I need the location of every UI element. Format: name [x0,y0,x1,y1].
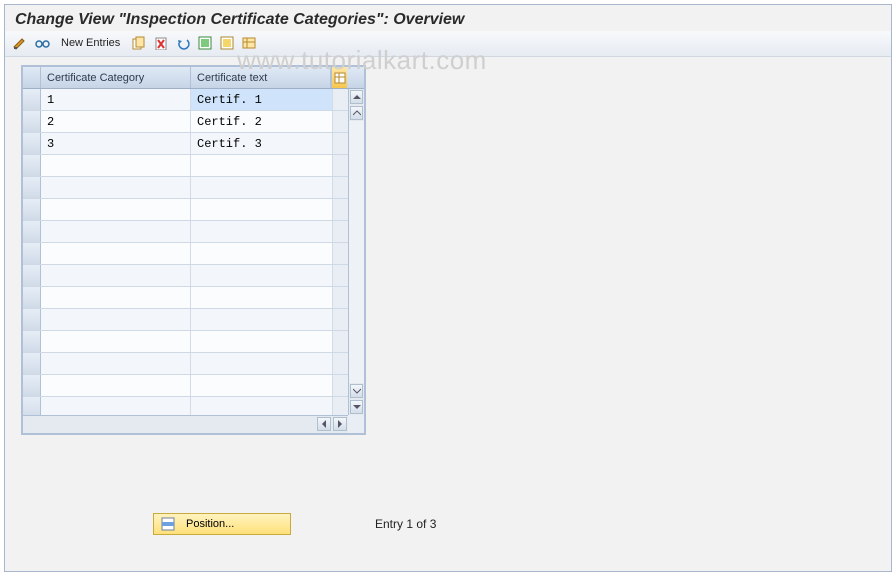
row-selector[interactable] [23,221,41,242]
table-row: 3 Certif. 3 [23,133,348,155]
table-settings-icon[interactable] [331,67,347,88]
position-label: Position... [186,518,234,530]
table-body: 1 Certif. 1 2 Certif. 2 3 Certif. 3 [23,89,348,415]
row-selector[interactable] [23,375,41,396]
cell-empty[interactable] [191,353,333,374]
cell-empty[interactable] [191,177,333,198]
copy-icon[interactable] [130,34,148,52]
delete-icon[interactable] [152,34,170,52]
cell-empty[interactable] [41,177,191,198]
table-row [23,331,348,353]
cell-empty[interactable] [41,331,191,352]
row-selector[interactable] [23,111,41,132]
cell-empty[interactable] [41,199,191,220]
cell-empty[interactable] [191,265,333,286]
scroll-track[interactable] [349,121,364,383]
cell-empty[interactable] [191,331,333,352]
cell-empty[interactable] [191,243,333,264]
cell-empty[interactable] [41,309,191,330]
app-toolbar: New Entries [5,31,891,57]
scroll-up-icon[interactable] [350,106,363,120]
row-selector[interactable] [23,199,41,220]
row-selector[interactable] [23,89,41,110]
row-selector[interactable] [23,265,41,286]
cell-empty[interactable] [191,155,333,176]
cell-empty[interactable] [191,397,333,415]
cell-text[interactable]: Certif. 2 [191,111,333,132]
cell-empty[interactable] [41,155,191,176]
app-window: Change View "Inspection Certificate Cate… [4,4,892,572]
table-row [23,375,348,397]
content-area: Certificate Category Certificate text 1 … [5,57,891,73]
table-row [23,155,348,177]
scroll-left-icon[interactable] [317,417,331,431]
config-icon[interactable] [240,34,258,52]
scroll-down-icon[interactable] [350,384,363,398]
row-selector[interactable] [23,243,41,264]
scroll-last-icon[interactable] [350,400,363,414]
cell-empty[interactable] [41,353,191,374]
new-entries-button[interactable]: New Entries [55,37,126,49]
cell-empty[interactable] [41,265,191,286]
table-row: 1 Certif. 1 [23,89,348,111]
table-row [23,265,348,287]
cell-empty[interactable] [191,375,333,396]
cell-text[interactable]: Certif. 1 [191,89,333,110]
table-row [23,221,348,243]
row-selector[interactable] [23,331,41,352]
row-selector[interactable] [23,155,41,176]
cell-empty[interactable] [41,397,191,415]
table-row [23,243,348,265]
undo-icon[interactable] [174,34,192,52]
select-all-column[interactable] [23,67,41,88]
table-row [23,309,348,331]
table-row [23,177,348,199]
cell-category[interactable]: 3 [41,133,191,154]
hscroll-track[interactable] [23,416,316,433]
data-table: Certificate Category Certificate text 1 … [21,65,366,435]
glasses-detail-icon[interactable] [33,34,51,52]
col-header-text[interactable]: Certificate text [191,67,331,88]
toggle-display-change-icon[interactable] [11,34,29,52]
table-header: Certificate Category Certificate text [23,67,364,89]
page-title: Change View "Inspection Certificate Cate… [5,5,891,31]
cell-empty[interactable] [191,221,333,242]
cell-category[interactable]: 2 [41,111,191,132]
row-selector[interactable] [23,287,41,308]
position-button[interactable]: Position... [153,513,291,535]
scroll-first-icon[interactable] [350,90,363,104]
table-row [23,397,348,415]
row-selector[interactable] [23,309,41,330]
row-selector[interactable] [23,397,41,415]
cell-empty[interactable] [191,309,333,330]
table-row [23,287,348,309]
cell-empty[interactable] [191,199,333,220]
cell-empty[interactable] [41,221,191,242]
cell-empty[interactable] [41,287,191,308]
deselect-all-icon[interactable] [218,34,236,52]
table-row [23,199,348,221]
horizontal-scrollbar[interactable] [23,415,348,433]
cell-empty[interactable] [191,287,333,308]
row-selector[interactable] [23,133,41,154]
table-row: 2 Certif. 2 [23,111,348,133]
row-selector[interactable] [23,177,41,198]
table-row [23,353,348,375]
cell-text[interactable]: Certif. 3 [191,133,333,154]
cell-empty[interactable] [41,375,191,396]
position-icon [160,516,176,532]
scroll-right-icon[interactable] [333,417,347,431]
cell-empty[interactable] [41,243,191,264]
entry-status: Entry 1 of 3 [375,517,436,531]
col-header-category[interactable]: Certificate Category [41,67,191,88]
vertical-scrollbar[interactable] [348,89,364,415]
row-selector[interactable] [23,353,41,374]
cell-category[interactable]: 1 [41,89,191,110]
select-all-icon[interactable] [196,34,214,52]
